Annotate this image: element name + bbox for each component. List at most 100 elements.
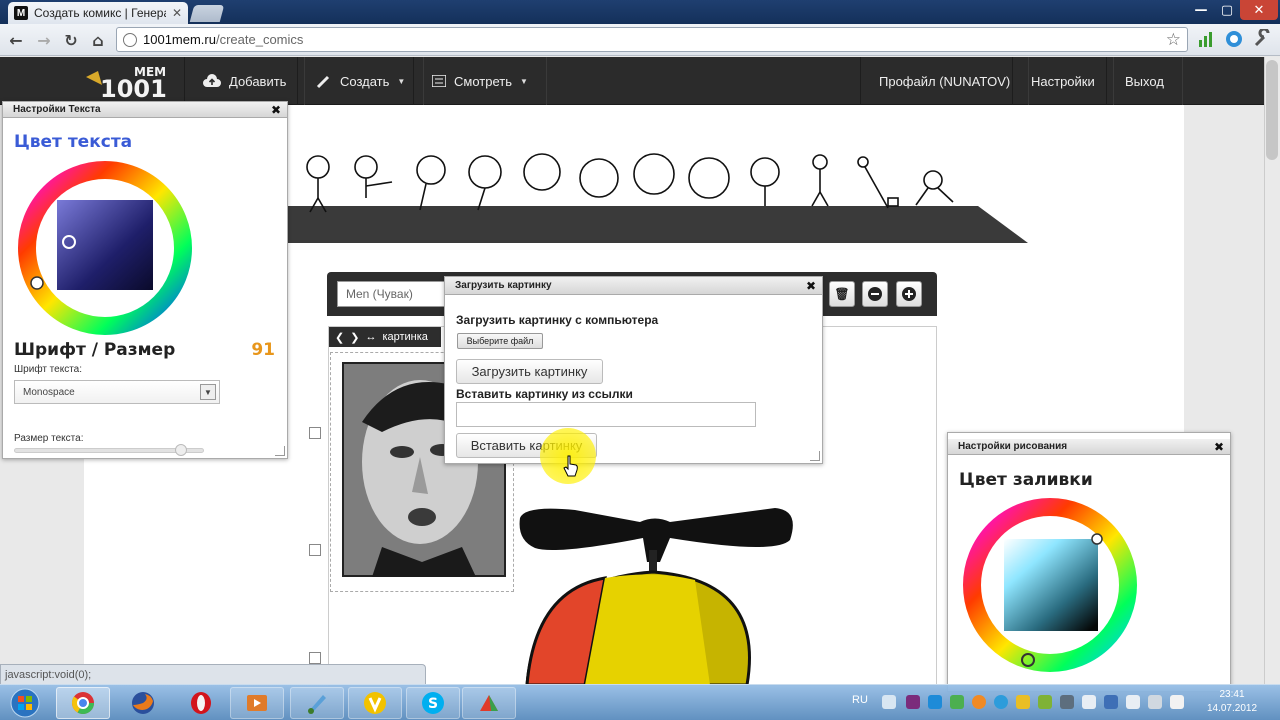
- resize-grip[interactable]: [810, 451, 820, 461]
- video-player-icon: [247, 695, 267, 711]
- taskbar-opera[interactable]: [174, 687, 228, 719]
- character-name-value: Men (Чувак): [346, 287, 413, 301]
- skype-icon: S: [422, 692, 444, 714]
- trash-icon[interactable]: 🗑: [829, 281, 855, 307]
- translate-extension-icon[interactable]: [1224, 29, 1244, 49]
- list-icon: [432, 75, 446, 87]
- tray-icon[interactable]: [950, 695, 964, 709]
- onenote-tray-icon[interactable]: [906, 695, 920, 709]
- flag-icon[interactable]: [1170, 695, 1184, 709]
- nav-settings[interactable]: Настройки: [1012, 57, 1114, 105]
- site-logo[interactable]: 1001 MEM: [84, 61, 174, 103]
- resize-horizontal-icon[interactable]: ↔: [365, 331, 376, 343]
- scrollbar-thumb[interactable]: [1266, 60, 1278, 160]
- tray-arrow-icon[interactable]: [882, 695, 896, 709]
- move-left-icon[interactable]: ❮: [335, 331, 344, 344]
- font-size-heading: Шрифт / Размер: [14, 340, 176, 360]
- new-tab-button[interactable]: [189, 5, 225, 22]
- bookmark-star-icon[interactable]: ☆: [1166, 30, 1181, 50]
- minimize-button[interactable]: —: [1188, 0, 1214, 20]
- taskbar-v-app[interactable]: [348, 687, 402, 719]
- network-icon[interactable]: [1082, 695, 1096, 709]
- close-icon[interactable]: ✖: [806, 279, 816, 293]
- forward-arrow-icon[interactable]: →: [34, 30, 54, 50]
- zoom-out-icon[interactable]: [862, 281, 888, 307]
- reload-icon[interactable]: ↻: [61, 30, 81, 50]
- propeller-hat-image[interactable]: [515, 500, 805, 685]
- close-tab-icon[interactable]: ✕: [172, 6, 182, 20]
- image-block-toolbar: ❮ ❯ ↔ картинка: [329, 327, 441, 347]
- close-icon[interactable]: ✖: [271, 103, 281, 117]
- close-icon[interactable]: ✖: [1214, 440, 1224, 454]
- chevron-down-icon: ▼: [397, 76, 406, 86]
- stats-extension-icon[interactable]: [1196, 29, 1216, 49]
- row-checkbox[interactable]: [309, 544, 321, 556]
- rage-faces-banner: [288, 153, 1028, 243]
- insert-from-url-label: Вставить картинку из ссылки: [456, 387, 633, 401]
- wrench-menu-icon[interactable]: [1252, 27, 1272, 49]
- zoom-in-icon[interactable]: [896, 281, 922, 307]
- nav-add-label: Добавить: [229, 73, 287, 89]
- taskbar-chrome[interactable]: [56, 687, 110, 719]
- globe-icon: [123, 32, 137, 47]
- draw-settings-header[interactable]: Настройки рисования ✖: [948, 439, 1230, 455]
- tray-icon[interactable]: [928, 695, 942, 709]
- choose-file-button[interactable]: Выберите файл: [457, 333, 543, 349]
- site-navbar: 1001 MEM Добавить Создать ▼ Смотреть ▼ П…: [0, 57, 1280, 105]
- cloud-upload-icon: [203, 74, 221, 87]
- row-checkbox[interactable]: [309, 427, 321, 439]
- nav-add[interactable]: Добавить: [184, 57, 306, 105]
- paint-icon: [308, 695, 326, 714]
- nav-profile-label: Профайл (NUNATOV): [879, 73, 1011, 89]
- speaker-icon[interactable]: [1148, 695, 1162, 709]
- browser-tab[interactable]: M Создать комикс | Генерат ✕: [8, 2, 188, 24]
- tray-icon[interactable]: [1104, 695, 1118, 709]
- browser-statusbar: javascript:void(0);: [0, 664, 426, 684]
- tray-icon[interactable]: [1038, 695, 1052, 709]
- firefox-icon: [132, 692, 154, 714]
- move-right-icon[interactable]: ❯: [350, 331, 359, 344]
- close-window-button[interactable]: ✕: [1240, 0, 1278, 20]
- app-icon: [480, 695, 498, 711]
- font-label: Шрифт текста:: [14, 364, 83, 375]
- status-text: javascript:void(0);: [5, 668, 92, 681]
- back-arrow-icon[interactable]: ←: [6, 30, 26, 50]
- volume-icon[interactable]: [1126, 695, 1140, 709]
- tray-icon[interactable]: [1060, 695, 1074, 709]
- taskbar-skype[interactable]: S: [406, 687, 460, 719]
- taskbar-misc-app[interactable]: [462, 687, 516, 719]
- nav-profile[interactable]: Профайл (NUNATOV): [860, 57, 1030, 105]
- nav-logout[interactable]: Выход: [1106, 57, 1183, 105]
- taskbar-clock[interactable]: 23:41 14.07.2012: [1196, 688, 1268, 716]
- image-block-label: картинка: [382, 331, 428, 343]
- image-url-input[interactable]: [456, 402, 756, 427]
- taskbar-firefox[interactable]: [116, 687, 170, 719]
- opera-icon: [191, 692, 211, 714]
- tray-icon[interactable]: [1016, 695, 1030, 709]
- clock-time: 23:41: [1219, 689, 1245, 700]
- home-icon[interactable]: ⌂: [88, 30, 108, 50]
- font-select[interactable]: Monospace ▼: [14, 380, 220, 404]
- windows-start-button[interactable]: [2, 686, 48, 720]
- language-indicator[interactable]: RU: [852, 694, 868, 706]
- tray-icon[interactable]: [994, 695, 1008, 709]
- maximize-button[interactable]: ▢: [1214, 0, 1240, 20]
- address-bar[interactable]: 1001mem.ru/create_comics ☆: [116, 27, 1188, 52]
- text-color-picker[interactable]: [15, 158, 195, 338]
- taskbar-media-app[interactable]: [230, 687, 284, 719]
- tray-icon[interactable]: [972, 695, 986, 709]
- chevron-down-icon[interactable]: ▼: [200, 384, 216, 400]
- nav-view[interactable]: Смотреть ▼: [413, 57, 547, 105]
- browser-toolbar: ← → ↻ ⌂ 1001mem.ru/create_comics ☆: [0, 24, 1280, 56]
- size-label: Размер текста:: [14, 433, 84, 444]
- row-checkbox[interactable]: [309, 652, 321, 664]
- taskbar-paint-app[interactable]: [290, 687, 344, 719]
- text-settings-header[interactable]: Настройки Текста ✖: [3, 102, 287, 118]
- resize-grip[interactable]: [275, 446, 285, 456]
- url-host: 1001mem.ru: [143, 32, 216, 47]
- nav-create[interactable]: Создать ▼: [297, 57, 425, 105]
- fill-color-picker[interactable]: [960, 495, 1140, 675]
- upload-dialog-header[interactable]: Загрузить картинку ✖: [445, 277, 822, 295]
- upload-image-button[interactable]: Загрузить картинку: [456, 359, 603, 384]
- font-size-slider-handle[interactable]: [174, 444, 187, 456]
